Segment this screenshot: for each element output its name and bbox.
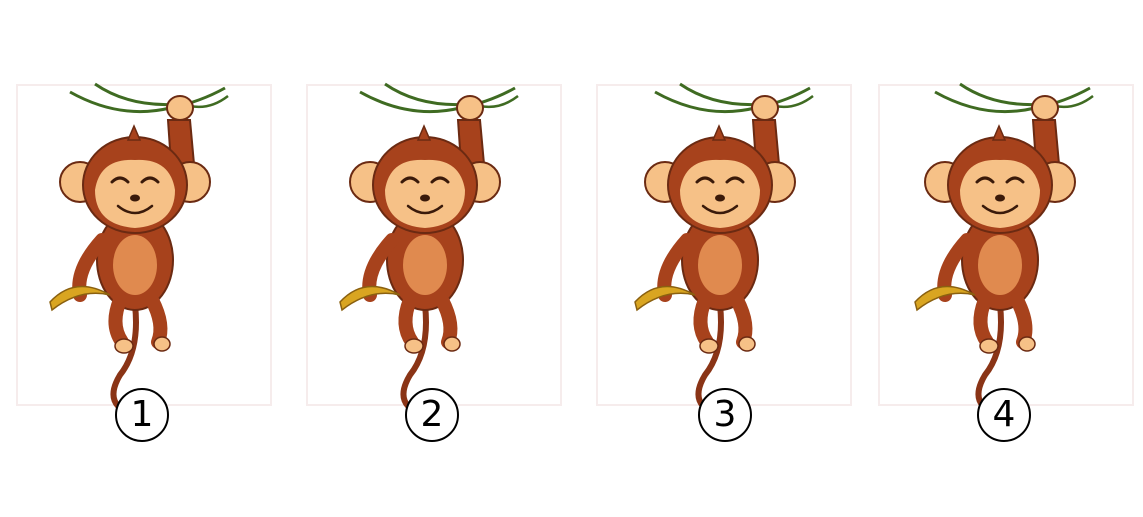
option-number-3[interactable]: 3: [698, 388, 752, 442]
monkey-image-1: [40, 80, 240, 410]
monkey-image-4: [905, 80, 1105, 410]
option-number-2[interactable]: 2: [405, 388, 459, 442]
monkey-image-3: [625, 80, 825, 410]
option-number-4[interactable]: 4: [977, 388, 1031, 442]
option-number-1[interactable]: 1: [115, 388, 169, 442]
monkey-image-2: [330, 80, 530, 410]
